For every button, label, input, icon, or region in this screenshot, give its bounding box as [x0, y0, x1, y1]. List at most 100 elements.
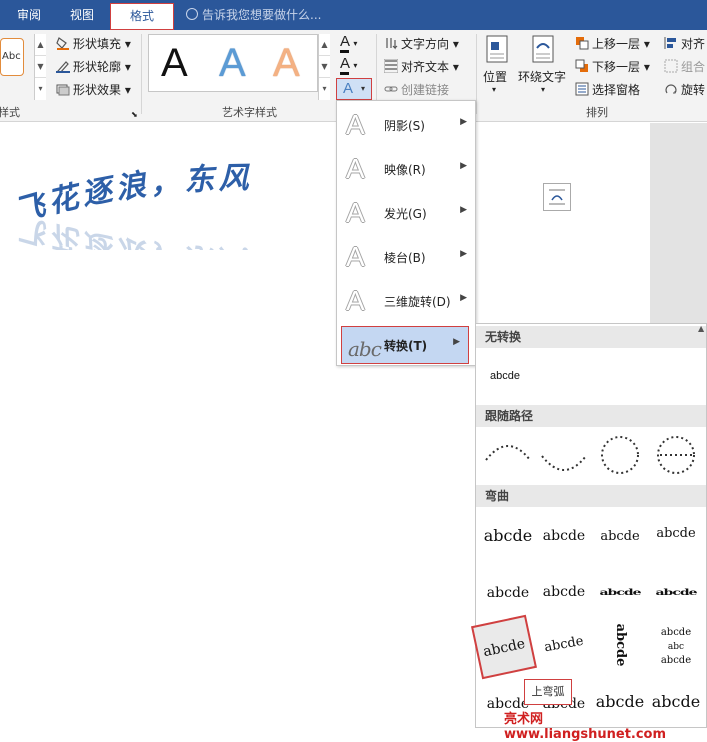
reflection-icon: A [346, 153, 365, 184]
text-direction-icon [384, 36, 398, 50]
tab-review[interactable]: 审阅 [4, 0, 54, 30]
shape-effects-button[interactable]: 形状效果 ▾ [56, 81, 131, 98]
text-effects-icon: A [343, 80, 354, 97]
follow-path-arch-up[interactable] [480, 430, 536, 480]
menu-item-transform[interactable]: abc 转换(T) ▶ [341, 326, 469, 364]
warp-button-text-bottom: abcde [660, 655, 692, 666]
warp-button-text: abcde [660, 627, 692, 638]
send-backward-icon [575, 59, 589, 73]
rotate-button[interactable]: 旋转 [664, 81, 705, 98]
create-link-button[interactable]: 创建链接 [384, 81, 449, 98]
text-effects-menu: A 阴影(S) ▶ A 映像(R) ▶ A 发光(G) ▶ A 棱台(B) ▶ … [336, 100, 476, 366]
follow-path-arch-down[interactable] [536, 430, 592, 480]
wordart-gallery-scroll[interactable]: ▲ ▼ ▾ [318, 34, 330, 100]
transform-submenu: 无转换 abcde 跟随路径 弯曲 abcde abcde abcde abcd… [470, 323, 707, 728]
link-icon [384, 82, 398, 96]
shape-style-preview[interactable]: Abc [0, 38, 24, 76]
chevron-right-icon: ▶ [453, 337, 460, 347]
arrange-group-label: 排列 [586, 106, 608, 119]
text-direction-button[interactable]: 文字方向 ▾ [384, 35, 459, 52]
menu-item-bevel[interactable]: A 棱台(B) ▶ [337, 235, 475, 279]
group-button[interactable]: 组合 [664, 58, 705, 75]
align-label: 对齐 [681, 37, 706, 51]
align-button[interactable]: 对齐 [664, 35, 705, 52]
chevron-down-icon[interactable]: ▾ [541, 85, 545, 94]
position-button[interactable] [484, 34, 510, 67]
bring-forward-button[interactable]: 上移一层 ▾ [575, 35, 650, 52]
tell-me-box[interactable]: 告诉我您想要做什么... [186, 0, 321, 30]
selection-pane-label: 选择窗格 [592, 83, 641, 97]
no-transform-option[interactable]: abcde [482, 354, 538, 404]
warp-ring-outside[interactable]: abcde [648, 578, 704, 608]
warp-button[interactable]: abcde abc abcde [648, 620, 704, 670]
create-link-label: 创建链接 [401, 83, 450, 97]
gallery-more-icon[interactable]: ▾ [35, 78, 46, 100]
warp-circle[interactable]: abcde [595, 617, 645, 673]
shape-fill-button[interactable]: 形状填充 ▾ [56, 35, 131, 52]
text-outline-icon: A [340, 55, 350, 75]
warp-arch-up[interactable]: abcde [470, 614, 538, 680]
bevel-icon: A [346, 241, 365, 272]
align-text-label: 对齐文本 [401, 60, 450, 74]
bring-forward-icon [575, 36, 589, 50]
shape-effects-icon [56, 82, 70, 96]
position-label: 位置 [483, 70, 508, 84]
warp-stop[interactable]: abcde [536, 512, 592, 562]
shape-outline-button[interactable]: 形状轮廓 ▾ [56, 58, 131, 75]
follow-path-circle[interactable] [592, 430, 648, 480]
layout-options-icon[interactable] [543, 183, 571, 211]
tab-view[interactable]: 视图 [56, 0, 108, 30]
menu-item-label: 三维旋转(D) [384, 295, 451, 309]
menu-item-reflection[interactable]: A 映像(R) ▶ [337, 147, 475, 191]
warp-plain[interactable]: abcde [480, 512, 536, 562]
text-outline-button[interactable]: A ▾ [340, 55, 357, 75]
divider [141, 34, 142, 114]
wordart-sample-orange[interactable]: A [273, 39, 300, 87]
selection-pane-button[interactable]: 选择窗格 [575, 81, 640, 98]
chevron-right-icon: ▶ [460, 293, 467, 303]
warp-triangle-down[interactable]: abcde [648, 512, 704, 562]
paint-bucket-icon [56, 36, 70, 50]
follow-path-button[interactable] [648, 430, 704, 480]
dialog-launcher-icon[interactable]: ⬊ [131, 110, 138, 119]
follow-path-header: 跟随路径 [476, 405, 706, 427]
shape-outline-label: 形状轮廓 [73, 60, 122, 74]
chevron-down-icon[interactable]: ▼ [319, 56, 330, 78]
chevron-up-icon[interactable]: ▲ [319, 34, 330, 56]
chevron-up-icon[interactable]: ▲ [35, 34, 46, 56]
pencil-icon [56, 59, 70, 74]
shape-style-gallery-scroll[interactable]: ▲ ▼ ▾ [34, 34, 46, 100]
warp-arch-down[interactable]: abcde [532, 616, 596, 675]
warp-chevron-up[interactable]: abcde [480, 568, 536, 618]
menu-item-3d-rotation[interactable]: A 三维旋转(D) ▶ [337, 279, 475, 323]
wrap-text-button[interactable] [530, 34, 556, 67]
shadow-icon: A [346, 109, 365, 140]
group-label: 组合 [681, 60, 706, 74]
scroll-up-icon[interactable]: ▲ [698, 324, 704, 333]
align-icon [664, 36, 678, 50]
text-fill-button[interactable]: A ▾ [340, 33, 357, 53]
gallery-more-icon[interactable]: ▾ [319, 78, 330, 100]
tab-format[interactable]: 格式 [110, 3, 174, 30]
wordart-sample-black[interactable]: A [161, 39, 188, 87]
warp-ring-inside[interactable]: abcde [592, 578, 648, 608]
text-effects-button[interactable]: A ▾ [336, 78, 372, 100]
shape-fill-label: 形状填充 [73, 37, 122, 51]
menu-item-glow[interactable]: A 发光(G) ▶ [337, 191, 475, 235]
menu-item-label: 棱台(B) [384, 251, 426, 265]
wordart-sample-blue[interactable]: A [219, 39, 246, 87]
warp-triangle-up[interactable]: abcde [592, 512, 648, 562]
menu-item-shadow[interactable]: A 阴影(S) ▶ [337, 103, 475, 147]
chevron-right-icon: ▶ [460, 249, 467, 259]
menu-item-label: 映像(R) [384, 163, 426, 177]
shape-styles-group-label: 样式 [0, 106, 20, 119]
wordart-style-gallery[interactable]: A A A [148, 34, 318, 92]
chevron-down-icon[interactable]: ▾ [492, 85, 496, 94]
warp-chevron-down[interactable]: abcde [536, 568, 592, 618]
menu-item-label: 阴影(S) [384, 119, 425, 133]
send-backward-button[interactable]: 下移一层 ▾ [575, 58, 650, 75]
group-icon [664, 59, 678, 73]
shape-effects-label: 形状效果 [73, 83, 122, 97]
align-text-button[interactable]: 对齐文本 ▾ [383, 58, 459, 75]
chevron-down-icon[interactable]: ▼ [35, 56, 46, 78]
